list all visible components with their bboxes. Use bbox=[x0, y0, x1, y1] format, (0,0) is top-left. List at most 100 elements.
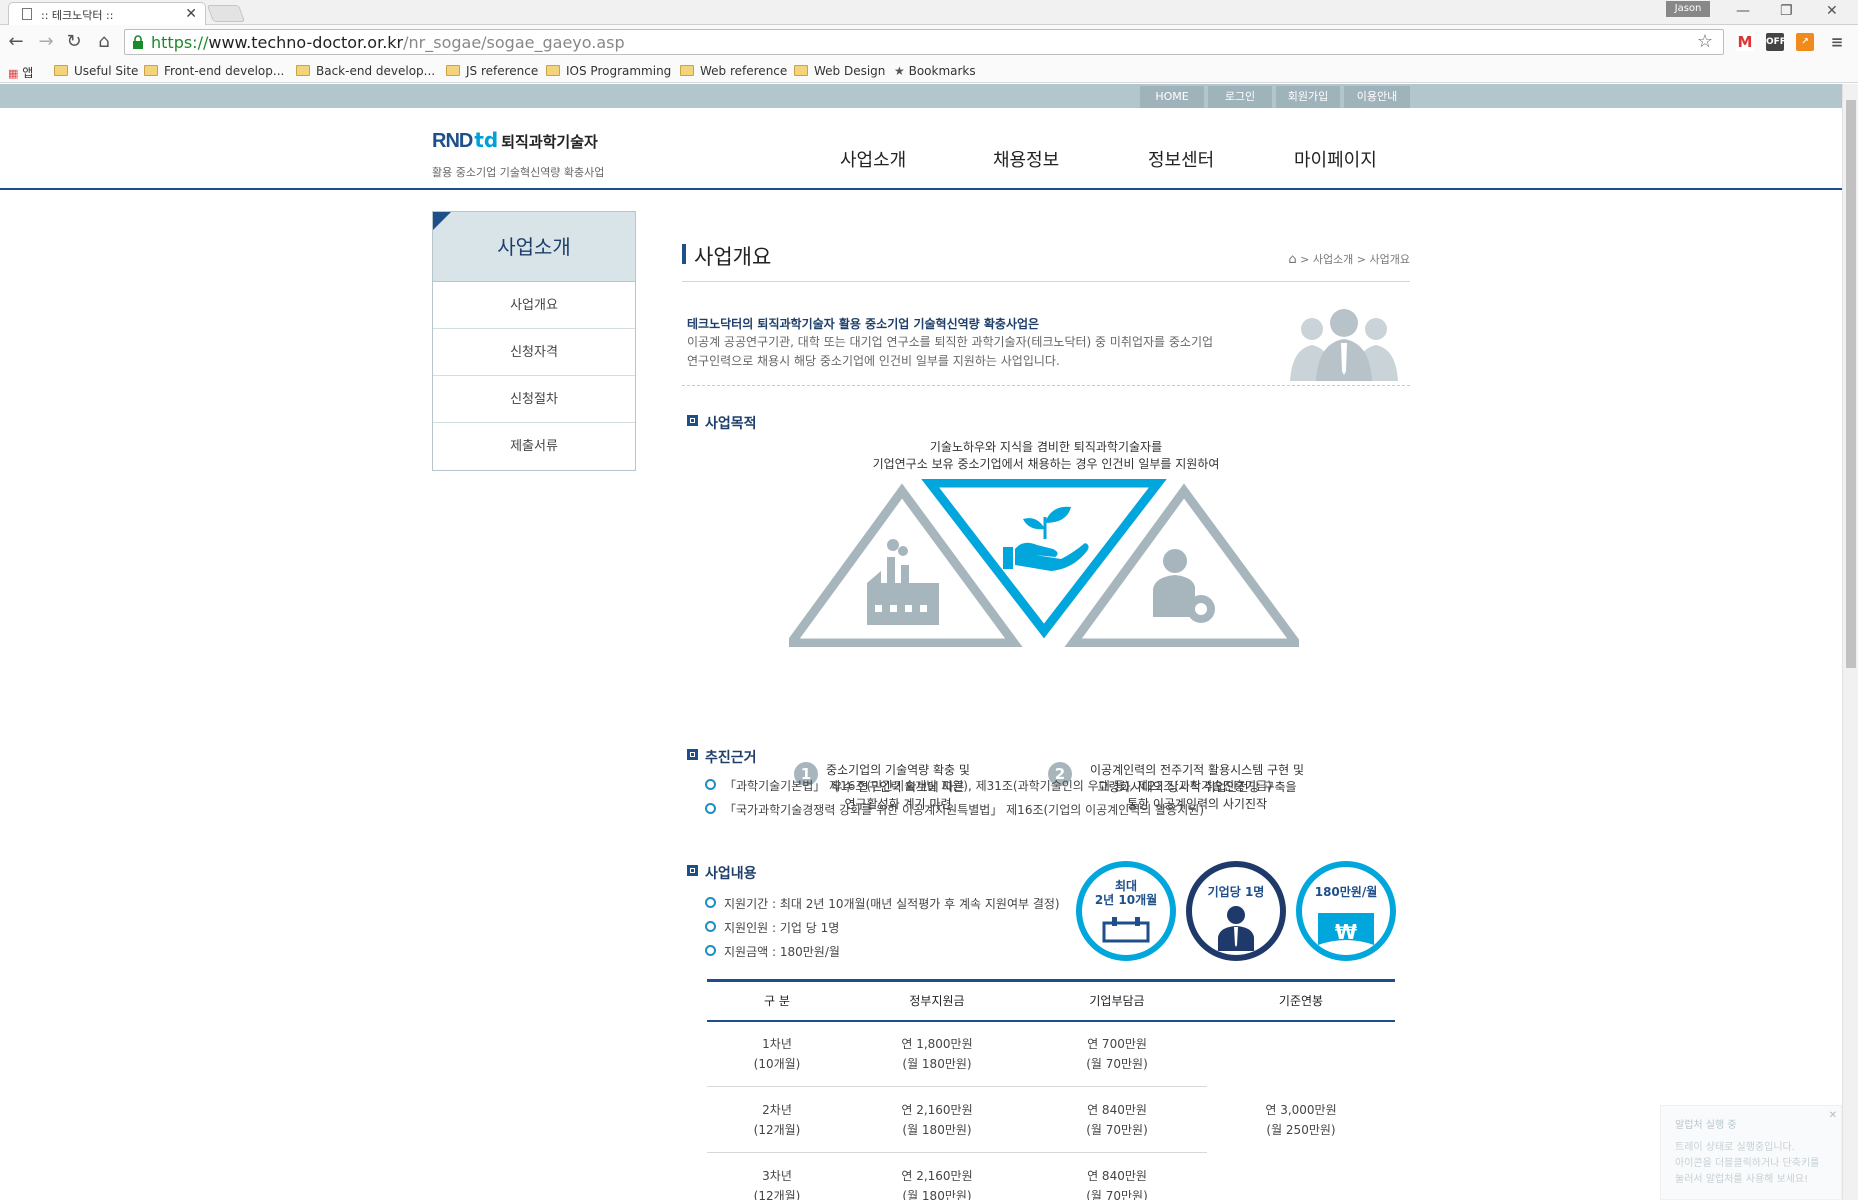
back-icon[interactable]: ← bbox=[6, 31, 26, 52]
site-header: RND td 퇴직과학기술자 활용 중소기업 기술혁신역량 확충사업 사업소개 채용… bbox=[0, 108, 1842, 190]
tab-title: :: 테크노닥터 :: bbox=[41, 9, 114, 22]
toast-close-icon[interactable]: ✕ bbox=[1829, 1108, 1837, 1124]
cell-gov: 연 1,800만원 (월 180만원) bbox=[847, 1020, 1027, 1087]
bookmark-folder[interactable]: Front-end develop... bbox=[144, 64, 284, 78]
logo-td: td bbox=[474, 128, 499, 152]
intro-box: 테크노닥터의 퇴직과학기술자 활용 중소기업 기술혁신역량 확충사업은 이공계 … bbox=[682, 293, 1410, 386]
gnb-info-center[interactable]: 정보센터 bbox=[1148, 146, 1214, 172]
intro-lead: 테크노닥터의 퇴직과학기술자 활용 중소기업 기술혁신역량 확충사업은 bbox=[687, 317, 1040, 331]
folder-icon bbox=[144, 65, 158, 76]
page-scrollbar[interactable] bbox=[1842, 84, 1858, 1200]
details-item: 지원금액 : 180만원/월 bbox=[705, 943, 840, 960]
cell-period: 2차년 (12개월) bbox=[707, 1086, 847, 1153]
support-table: 구 분 정부지원금 기업부담금 기준연봉 1차년 (10개월) 연 1,800만원… bbox=[707, 979, 1395, 1200]
restore-icon[interactable]: ❐ bbox=[1780, 3, 1793, 19]
details-item: 지원기간 : 최대 2년 10개월(매년 실적평가 후 계속 지원여부 결정) bbox=[705, 895, 1060, 912]
close-window-icon[interactable]: ✕ bbox=[1826, 3, 1838, 19]
purpose-lead: 기술노하우와 지식을 겸비한 퇴직과학기술자를 기업연구소 보유 중소기업에서 … bbox=[872, 440, 1220, 471]
tray-notification[interactable]: 알럽처 실행 중 트레이 상태로 실행중입니다. 아이콘을 더블클릭하거나 단축… bbox=[1660, 1105, 1842, 1200]
badge-amount: 180만원/월 ₩ bbox=[1296, 861, 1396, 961]
reload-icon[interactable]: ↻ bbox=[64, 31, 84, 52]
scrollbar-thumb[interactable] bbox=[1846, 100, 1856, 668]
util-home-link[interactable]: HOME bbox=[1140, 86, 1204, 108]
basis-item: 「국가과학기술경쟁력 강화를 위한 이공계지원특별법」 제16조(기업의 이공계… bbox=[705, 801, 1204, 818]
bookmark-folder[interactable]: IOS Programming bbox=[546, 64, 671, 78]
forward-icon[interactable]: → bbox=[36, 31, 56, 52]
section-title-basis: 추진근거 bbox=[687, 747, 757, 767]
cell-corp: 연 840만원 (월 70만원) bbox=[1027, 1086, 1207, 1153]
snb-item-overview[interactable]: 사업개요 bbox=[433, 282, 635, 329]
cell-gov: 연 2,160만원 (월 180만원) bbox=[847, 1086, 1027, 1153]
url-path: /nr_sogae/sogae_gaeyo.asp bbox=[403, 33, 625, 52]
off-extension-icon[interactable]: OFF bbox=[1766, 33, 1786, 51]
hand-plant-icon bbox=[1003, 506, 1089, 571]
logo-name: 퇴직과학기술자 bbox=[501, 133, 598, 151]
cell-corp: 연 840만원 (월 70만원) bbox=[1027, 1152, 1207, 1200]
toast-line: 눌러서 알럽처를 사용해 보세요! bbox=[1675, 1174, 1809, 1185]
browser-tab[interactable]: :: 테크노닥터 :: ✕ bbox=[8, 2, 206, 25]
person-icon bbox=[1218, 906, 1254, 951]
address-toolbar: ← → ↻ ⌂ https://www.techno-doctor.or.kr/… bbox=[0, 25, 1858, 59]
apps-bookmark[interactable]: ▦ 앱 bbox=[8, 64, 33, 81]
bookmark-folder[interactable]: Web reference bbox=[680, 64, 787, 78]
side-navigation: 사업소개 사업개요 신청자격 신청절차 제출서류 bbox=[432, 211, 636, 471]
logo-subtitle: 활용 중소기업 기술혁신역량 확충사업 bbox=[432, 166, 605, 179]
bookmark-star-icon[interactable]: ☆ bbox=[1697, 31, 1713, 52]
table-row: 1차년 (10개월) 연 1,800만원 (월 180만원) 연 700만원 (월 7… bbox=[707, 1020, 1395, 1137]
folder-icon bbox=[794, 65, 808, 76]
badge-headcount: 기업당 1명 bbox=[1186, 861, 1286, 961]
util-guide-link[interactable]: 이용안내 bbox=[1344, 86, 1410, 108]
bookmark-folder[interactable]: Useful Site bbox=[54, 64, 138, 78]
snb-item-documents[interactable]: 제출서류 bbox=[433, 423, 635, 470]
bookmark-folder[interactable]: JS reference bbox=[446, 64, 538, 78]
url-input[interactable]: https://www.techno-doctor.or.kr/nr_sogae… bbox=[124, 29, 1724, 55]
badge-period: 최대 2년 10개월 bbox=[1076, 861, 1176, 961]
star-icon: ★ bbox=[894, 64, 905, 78]
gnb-recruit-info[interactable]: 채용정보 bbox=[993, 146, 1059, 172]
close-tab-icon[interactable]: ✕ bbox=[185, 6, 197, 22]
section-title-details: 사업내용 bbox=[687, 863, 757, 883]
calendar-icon bbox=[1102, 917, 1150, 943]
basis-item: 「과학기술기본법」 제16조(민간기술개발 지원), 제31조(과학기술인의 우… bbox=[705, 777, 1272, 794]
breadcrumb: ⌂ > 사업소개 > 사업개요 bbox=[1288, 252, 1410, 267]
toast-line: 아이콘을 더블클릭하거나 단축키를 bbox=[1675, 1158, 1820, 1169]
profile-badge[interactable]: Jason bbox=[1666, 1, 1710, 17]
corner-decoration bbox=[433, 212, 451, 230]
folder-icon bbox=[446, 65, 460, 76]
minimize-icon[interactable]: — bbox=[1736, 3, 1750, 19]
bookmark-item[interactable]: ★ Bookmarks bbox=[894, 64, 976, 78]
col-header-base-salary: 기준연봉 bbox=[1207, 979, 1395, 1022]
menu-icon[interactable]: ≡ bbox=[1828, 33, 1846, 51]
logo-rnd: RND bbox=[432, 130, 473, 152]
people-icon bbox=[1290, 309, 1398, 381]
col-header-gov-support: 정부지원금 bbox=[847, 979, 1027, 1022]
bookmark-folder[interactable]: Back-end develop... bbox=[296, 64, 435, 78]
util-join-link[interactable]: 회원가입 bbox=[1276, 86, 1340, 108]
home-icon[interactable]: ⌂ bbox=[94, 31, 114, 52]
cell-period: 1차년 (10개월) bbox=[707, 1020, 847, 1087]
col-header-corp-share: 기업부담금 bbox=[1027, 979, 1207, 1022]
lock-icon bbox=[133, 35, 143, 49]
chart-extension-icon[interactable]: ↗ bbox=[1796, 33, 1814, 51]
snb-item-procedure[interactable]: 신청절차 bbox=[433, 376, 635, 423]
site-logo[interactable]: RND td 퇴직과학기술자 bbox=[432, 128, 598, 153]
gmail-extension-icon[interactable]: M bbox=[1736, 33, 1754, 51]
home-icon[interactable]: ⌂ bbox=[1288, 252, 1296, 267]
details-item: 지원인원 : 기업 당 1명 bbox=[705, 919, 839, 936]
gnb-business-intro[interactable]: 사업소개 bbox=[840, 146, 906, 172]
url-host: www.techno-doctor.or.kr bbox=[208, 33, 404, 52]
util-login-link[interactable]: 로그인 bbox=[1208, 86, 1272, 108]
new-tab-button[interactable] bbox=[206, 5, 246, 22]
snb-item-eligibility[interactable]: 신청자격 bbox=[433, 329, 635, 376]
bookmark-folder[interactable]: Web Design bbox=[794, 64, 885, 78]
won-bill-icon: ₩ bbox=[1318, 913, 1374, 945]
folder-icon bbox=[296, 65, 310, 76]
url-scheme: https:// bbox=[151, 33, 209, 52]
page-icon bbox=[22, 8, 32, 20]
gnb-mypage[interactable]: 마이페이지 bbox=[1294, 146, 1377, 172]
cell-gov: 연 2,160만원 (월 180만원) bbox=[847, 1152, 1027, 1200]
section-title-purpose: 사업목적 bbox=[687, 413, 757, 433]
factory-icon bbox=[867, 539, 939, 625]
toast-line: 트레이 상태로 실행중입니다. bbox=[1675, 1142, 1795, 1153]
cell-base-salary: 연 3,000만원 (월 250만원) bbox=[1265, 1103, 1337, 1137]
